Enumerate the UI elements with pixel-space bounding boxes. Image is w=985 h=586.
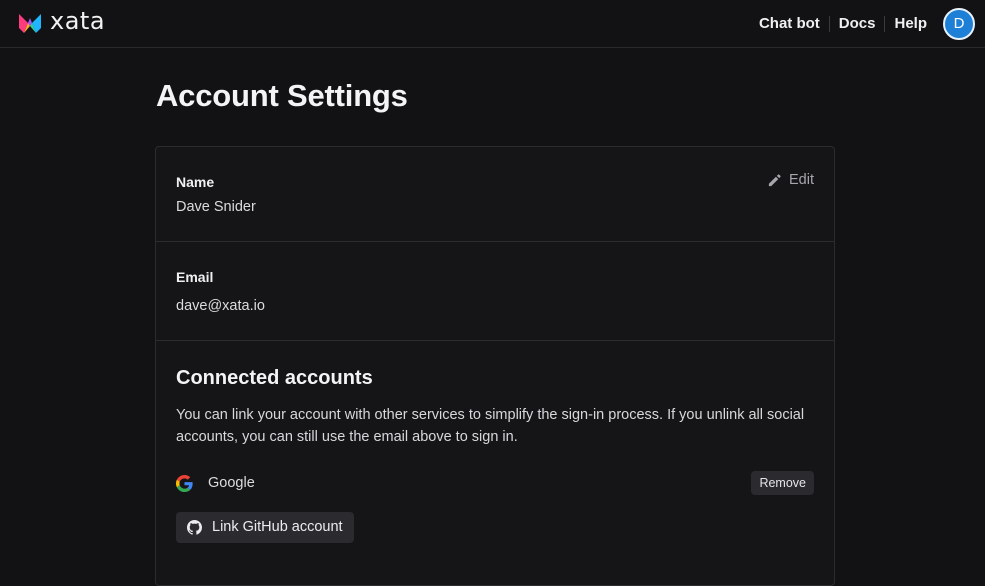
connected-accounts-description: You can link your account with other ser… — [176, 407, 805, 445]
provider-row-google: Google Remove — [176, 471, 814, 495]
link-github-button[interactable]: Link GitHub account — [176, 512, 354, 543]
xata-logo-icon — [19, 13, 41, 33]
xata-logo[interactable]: xata — [18, 6, 106, 38]
email-label: Email — [176, 269, 214, 285]
name-label: Name — [176, 174, 215, 190]
edit-name-button[interactable]: Edit — [767, 172, 814, 188]
connected-accounts-title: Connected accounts — [176, 367, 373, 389]
name-section: Name Dave Snider Edit — [156, 147, 834, 242]
page-title: Account Settings — [156, 78, 408, 113]
top-bar: xata Chat bot Docs Help D — [0, 0, 985, 48]
email-section: Email dave@xata.io — [156, 242, 834, 341]
email-value: dave@xata.io — [176, 298, 265, 314]
avatar[interactable]: D — [943, 7, 975, 40]
remove-google-button[interactable]: Remove — [751, 471, 814, 495]
nav-docs[interactable]: Docs — [830, 15, 886, 32]
provider-name-google: Google — [208, 475, 255, 491]
github-icon — [187, 519, 202, 535]
google-icon — [176, 474, 193, 492]
brand-name: xata — [50, 6, 106, 35]
top-nav: Chat bot Docs Help D — [750, 7, 975, 40]
edit-label: Edit — [789, 172, 814, 188]
nav-help[interactable]: Help — [885, 15, 943, 32]
account-settings-card: Name Dave Snider Edit Email dave@xata.io… — [155, 146, 835, 586]
pencil-icon — [768, 173, 781, 186]
nav-chat-bot[interactable]: Chat bot — [750, 15, 830, 32]
avatar-initial: D — [953, 15, 965, 32]
name-value: Dave Snider — [176, 199, 256, 215]
link-github-label: Link GitHub account — [212, 519, 343, 535]
